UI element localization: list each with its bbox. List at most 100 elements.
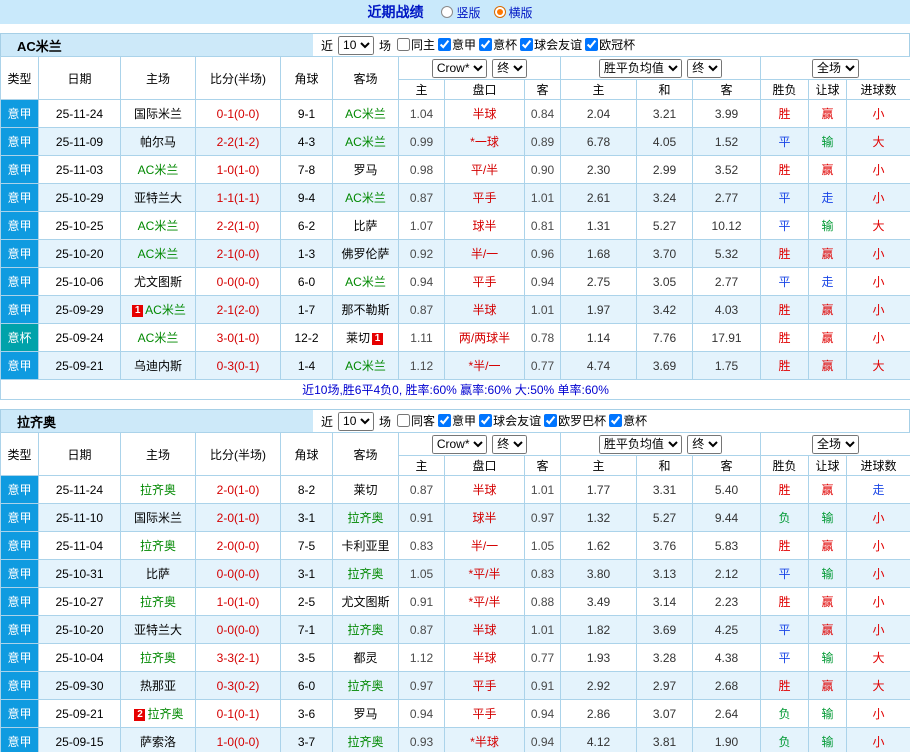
away-team[interactable]: 拉齐奥 <box>332 671 399 700</box>
score: 1-0(1-0) <box>195 155 281 184</box>
away-team[interactable]: 都灵 <box>332 643 399 672</box>
home-team[interactable]: 萨索洛 <box>120 727 196 752</box>
away-team[interactable]: 莱切 <box>332 475 399 504</box>
eu-home-odds: 2.86 <box>560 699 638 728</box>
match-count-select[interactable]: 10 <box>338 35 375 55</box>
away-team[interactable]: AC米兰 <box>332 183 399 212</box>
away-team[interactable]: AC米兰 <box>332 351 399 380</box>
home-team[interactable]: 热那亚 <box>120 671 196 700</box>
match-result: 胜 <box>760 671 810 700</box>
home-team[interactable]: 亚特兰大 <box>120 183 196 212</box>
away-team[interactable]: 尤文图斯 <box>332 587 399 616</box>
league-filter-checkbox[interactable] <box>397 414 411 427</box>
score: 2-0(1-0) <box>195 503 281 532</box>
eu-odds-select[interactable]: 胜平负均值 <box>598 434 682 454</box>
layout-radio-label[interactable]: 横版 <box>509 4 533 21</box>
league-filter[interactable]: 意杯 <box>609 412 647 429</box>
match-count-select[interactable]: 10 <box>338 411 375 431</box>
league-filter[interactable]: 欧罗巴杯 <box>544 412 606 429</box>
away-team[interactable]: 莱切 1 <box>332 323 399 352</box>
home-team[interactable]: AC米兰 <box>120 323 196 352</box>
away-team[interactable]: 卡利亚里 <box>332 531 399 560</box>
odds-company-select[interactable]: Crow* <box>431 434 487 454</box>
away-team[interactable]: 拉齐奥 <box>332 503 399 532</box>
away-team[interactable]: 那不勒斯 <box>332 295 399 324</box>
handicap-result: 赢 <box>808 155 848 184</box>
league-filter-checkbox[interactable] <box>479 414 493 427</box>
eu-stage-select[interactable]: 终 <box>687 58 723 78</box>
score: 0-0(0-0) <box>195 559 281 588</box>
odds-company-select[interactable]: Crow* <box>431 58 487 78</box>
layout-radio-label[interactable]: 竖版 <box>456 4 480 21</box>
asian-home-odds: 0.94 <box>398 267 445 296</box>
handicap-result: 赢 <box>808 615 848 644</box>
home-team[interactable]: 2 拉齐奥 <box>120 699 196 728</box>
home-team[interactable]: 拉齐奥 <box>120 587 196 616</box>
home-team[interactable]: 尤文图斯 <box>120 267 196 296</box>
league-filter[interactable]: 欧冠杯 <box>585 36 635 53</box>
eu-odds-select[interactable]: 胜平负均值 <box>598 58 682 78</box>
home-team[interactable]: 帕尔马 <box>120 127 196 156</box>
away-team[interactable]: 拉齐奥 <box>332 727 399 752</box>
match-row: 意甲 25-09-30 热那亚 0-3(0-2) 6-0 拉齐奥 0.97 平手… <box>0 671 910 700</box>
home-team[interactable]: 拉齐奥 <box>120 475 196 504</box>
home-team[interactable]: 亚特兰大 <box>120 615 196 644</box>
home-team[interactable]: 乌迪内斯 <box>120 351 196 380</box>
home-team[interactable]: 拉齐奥 <box>120 531 196 560</box>
handicap-result: 赢 <box>808 531 848 560</box>
league-filter[interactable]: 球会友谊 <box>479 412 541 429</box>
away-team[interactable]: AC米兰 <box>332 127 399 156</box>
league-filter-checkbox[interactable] <box>544 414 558 427</box>
league-filter[interactable]: 球会友谊 <box>520 36 582 53</box>
away-team[interactable]: 比萨 <box>332 211 399 240</box>
league-filter-checkbox[interactable] <box>397 38 411 51</box>
asian-home-odds: 1.04 <box>398 99 445 128</box>
handicap-result: 赢 <box>808 295 848 324</box>
home-team[interactable]: 比萨 <box>120 559 196 588</box>
eu-stage-select[interactable]: 终 <box>687 434 723 454</box>
layout-switch: 竖版 横版 <box>441 4 542 21</box>
odds-stage-select[interactable]: 终 <box>492 434 528 454</box>
league-filter-checkbox[interactable] <box>438 414 452 427</box>
eu-draw-odds: 3.07 <box>636 699 694 728</box>
league-filter-checkbox[interactable] <box>585 38 599 51</box>
col-date: 日期 <box>38 432 121 476</box>
away-team[interactable]: 拉齐奥 <box>332 615 399 644</box>
home-team[interactable]: AC米兰 <box>120 239 196 268</box>
score: 1-1(1-1) <box>195 183 281 212</box>
match-date: 25-11-09 <box>38 127 121 156</box>
away-team[interactable]: 罗马 <box>332 699 399 728</box>
away-team[interactable]: AC米兰 <box>332 99 399 128</box>
league-filter[interactable]: 意甲 <box>438 412 476 429</box>
league-badge: 意甲 <box>0 559 39 588</box>
layout-radio-vertical[interactable] <box>441 6 454 18</box>
away-team[interactable]: 佛罗伦萨 <box>332 239 399 268</box>
league-filter-checkbox[interactable] <box>479 38 493 51</box>
league-filter-checkbox[interactable] <box>438 38 452 51</box>
asian-handicap: 平手 <box>444 699 525 728</box>
score: 0-3(0-1) <box>195 351 281 380</box>
away-team[interactable]: 拉齐奥 <box>332 559 399 588</box>
layout-radio-horizontal[interactable] <box>493 6 506 18</box>
league-filter-checkbox[interactable] <box>520 38 534 51</box>
home-team[interactable]: 国际米兰 <box>120 99 196 128</box>
scope-select[interactable]: 全场 <box>812 58 860 78</box>
scope-select[interactable]: 全场 <box>812 434 860 454</box>
odds-stage-select[interactable]: 终 <box>492 58 528 78</box>
home-team[interactable]: AC米兰 <box>120 211 196 240</box>
league-filter[interactable]: 意杯 <box>479 36 517 53</box>
home-team[interactable]: 1 AC米兰 <box>120 295 196 324</box>
home-team[interactable]: 国际米兰 <box>120 503 196 532</box>
league-filter[interactable]: 意甲 <box>438 36 476 53</box>
away-team[interactable]: AC米兰 <box>332 267 399 296</box>
league-filter-checkbox[interactable] <box>609 414 623 427</box>
league-filter[interactable]: 同客 <box>397 412 435 429</box>
league-filter[interactable]: 同主 <box>397 36 435 53</box>
match-result: 平 <box>760 183 810 212</box>
home-team[interactable]: AC米兰 <box>120 155 196 184</box>
league-badge: 意甲 <box>0 99 39 128</box>
home-team[interactable]: 拉齐奥 <box>120 643 196 672</box>
away-team[interactable]: 罗马 <box>332 155 399 184</box>
eu-draw-odds: 3.70 <box>636 239 694 268</box>
eu-home-odds: 2.04 <box>560 99 638 128</box>
